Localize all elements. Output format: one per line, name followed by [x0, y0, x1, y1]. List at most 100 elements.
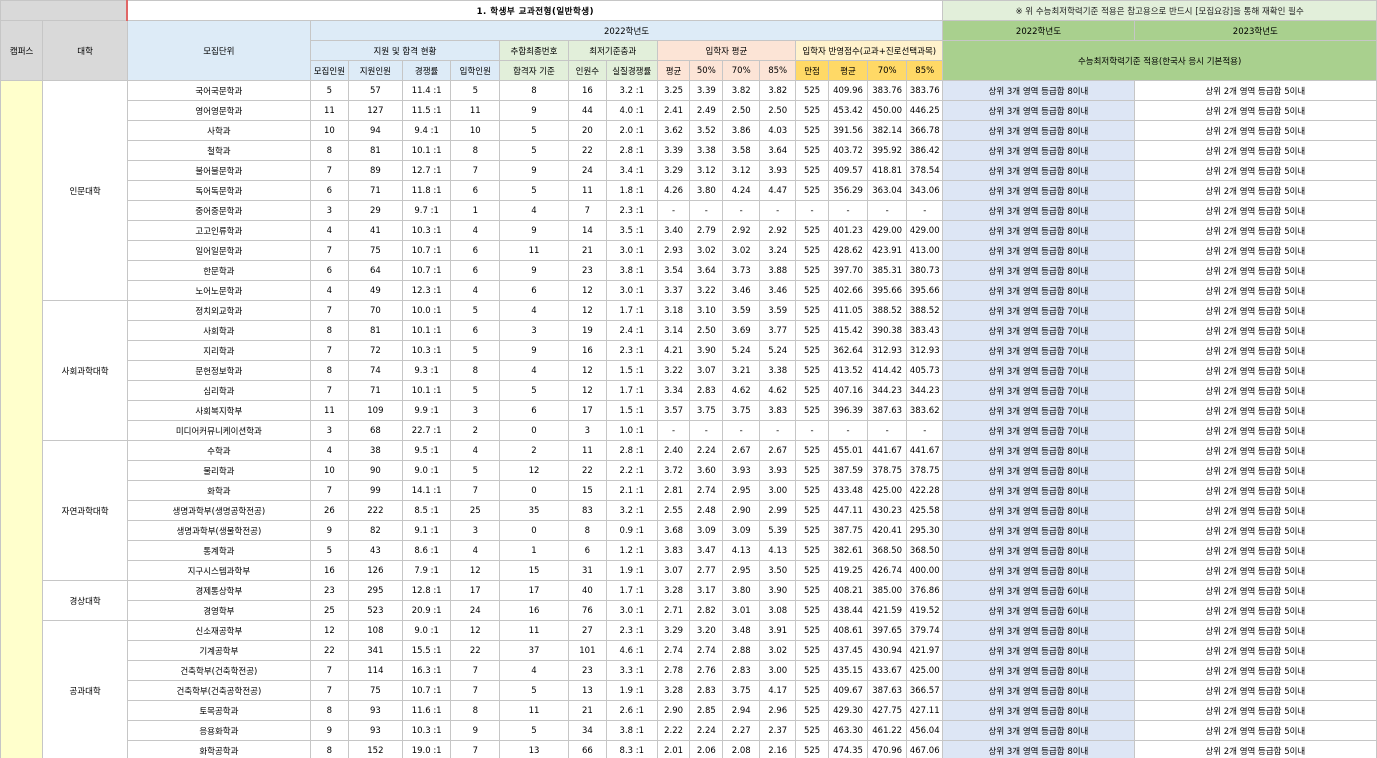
pass-base-cell[interactable]: 4 [499, 660, 569, 681]
s85-cell[interactable]: 378.54 [906, 160, 944, 181]
admitted-cell[interactable]: 6 [450, 180, 501, 201]
real-ratio-cell[interactable]: 2.1 :1 [605, 480, 658, 501]
ratio-cell[interactable]: 11.4 :1 [401, 80, 452, 101]
csat-2022-cell[interactable]: 상위 3개 영역 등급합 8이내 [942, 640, 1135, 661]
s85-cell[interactable]: 312.93 [906, 340, 944, 361]
p50-cell[interactable]: 3.17 [689, 580, 724, 601]
p70-cell[interactable]: 3.59 [722, 300, 761, 321]
avg-cell[interactable]: 2.71 [656, 600, 691, 621]
recruit-cell[interactable]: 10 [309, 120, 349, 141]
pass-base-cell[interactable]: 5 [499, 180, 569, 201]
recruit-cell[interactable]: 4 [309, 440, 349, 461]
p85-cell[interactable]: 3.83 [759, 400, 797, 421]
score-avg-cell[interactable]: 474.35 [827, 740, 869, 758]
score-avg-cell[interactable]: 455.01 [827, 440, 869, 461]
admitted-cell[interactable]: 9 [450, 720, 501, 741]
dept-cell[interactable]: 생명과학부(생물학전공) [126, 520, 311, 541]
applicants-cell[interactable]: 82 [347, 520, 403, 541]
pass-base-cell[interactable]: 0 [499, 420, 569, 441]
min-count-cell[interactable]: 21 [567, 240, 607, 261]
s85-cell[interactable]: 366.57 [906, 680, 944, 701]
csat-2023-cell[interactable]: 상위 2개 영역 등급합 5이내 [1133, 540, 1377, 561]
applicants-cell[interactable]: 109 [347, 400, 403, 421]
dept-cell[interactable]: 지리학과 [126, 340, 311, 361]
dept-cell[interactable]: 응용화학과 [126, 720, 311, 741]
p70-cell[interactable]: 5.24 [722, 340, 761, 361]
csat-2023-cell[interactable]: 상위 2개 영역 등급합 5이내 [1133, 360, 1377, 381]
dept-cell[interactable]: 정치외교학과 [126, 300, 311, 321]
score-avg-cell[interactable]: 411.05 [827, 300, 869, 321]
avg-cell[interactable]: 2.78 [656, 660, 691, 681]
csat-2023-cell[interactable]: 상위 2개 영역 등급합 5이내 [1133, 160, 1377, 181]
s70-cell[interactable]: 421.59 [867, 600, 908, 621]
ratio-cell[interactable]: 10.7 :1 [401, 260, 452, 281]
csat-2023-cell[interactable]: 상위 2개 영역 등급합 5이내 [1133, 460, 1377, 481]
s85-cell[interactable]: 295.30 [906, 520, 944, 541]
p85-cell[interactable]: 4.03 [759, 120, 797, 141]
applicants-cell[interactable]: 108 [347, 620, 403, 641]
p85-cell[interactable]: 2.50 [759, 100, 797, 121]
p85-cell[interactable]: 2.16 [759, 740, 797, 758]
min-count-cell[interactable]: 12 [567, 380, 607, 401]
p50-cell[interactable]: 3.38 [689, 140, 724, 161]
p85-cell[interactable]: 2.92 [759, 220, 797, 241]
full-cell[interactable]: 525 [795, 680, 829, 701]
p50-cell[interactable]: 3.90 [689, 340, 724, 361]
score-avg-cell[interactable]: 409.96 [827, 80, 869, 101]
csat-2022-cell[interactable]: 상위 3개 영역 등급합 7이내 [942, 360, 1135, 381]
applicants-cell[interactable]: 523 [347, 600, 403, 621]
ratio-cell[interactable]: 10.1 :1 [401, 380, 452, 401]
min-count-cell[interactable]: 16 [567, 80, 607, 101]
csat-2022-cell[interactable]: 상위 3개 영역 등급합 8이내 [942, 620, 1135, 641]
real-ratio-cell[interactable]: 1.9 :1 [605, 560, 658, 581]
p70-cell[interactable]: 2.08 [722, 740, 761, 758]
p70-cell[interactable]: 3.48 [722, 620, 761, 641]
s85-cell[interactable]: 368.50 [906, 540, 944, 561]
p50-cell[interactable]: 3.47 [689, 540, 724, 561]
pass-base-cell[interactable]: 17 [499, 580, 569, 601]
full-cell[interactable]: 525 [795, 540, 829, 561]
admitted-cell[interactable]: 5 [450, 340, 501, 361]
score-avg-cell[interactable]: 428.62 [827, 240, 869, 261]
dept-cell[interactable]: 기계공학부 [126, 640, 311, 661]
p70-cell[interactable]: 3.46 [722, 280, 761, 301]
p85-cell[interactable]: 2.37 [759, 720, 797, 741]
applicants-cell[interactable]: 43 [347, 540, 403, 561]
avg-cell[interactable]: 3.29 [656, 620, 691, 641]
dept-cell[interactable]: 문헌정보학과 [126, 360, 311, 381]
pass-base-cell[interactable]: 5 [499, 680, 569, 701]
csat-2023-cell[interactable]: 상위 2개 영역 등급합 5이내 [1133, 440, 1377, 461]
p70-cell[interactable]: 4.13 [722, 540, 761, 561]
dept-cell[interactable]: 독어독문학과 [126, 180, 311, 201]
score-avg-cell[interactable]: 447.11 [827, 500, 869, 521]
p70-cell[interactable]: 2.92 [722, 220, 761, 241]
pass-base-cell[interactable]: 35 [499, 500, 569, 521]
full-cell[interactable]: 525 [795, 640, 829, 661]
ratio-cell[interactable]: 10.3 :1 [401, 340, 452, 361]
admitted-cell[interactable]: 6 [450, 260, 501, 281]
admitted-cell[interactable]: 10 [450, 120, 501, 141]
csat-2023-cell[interactable]: 상위 2개 영역 등급합 5이내 [1133, 420, 1377, 441]
s85-cell[interactable]: 395.66 [906, 280, 944, 301]
min-count-cell[interactable]: 22 [567, 140, 607, 161]
csat-2023-cell[interactable]: 상위 2개 영역 등급합 5이내 [1133, 480, 1377, 501]
pass-base-cell[interactable]: 4 [499, 300, 569, 321]
s70-cell[interactable]: 397.65 [867, 620, 908, 641]
p50-cell[interactable]: 3.80 [689, 180, 724, 201]
p85-cell[interactable]: 5.39 [759, 520, 797, 541]
full-cell[interactable]: 525 [795, 660, 829, 681]
csat-2023-cell[interactable]: 상위 2개 영역 등급합 5이내 [1133, 180, 1377, 201]
pass-base-cell[interactable]: 1 [499, 540, 569, 561]
avg-cell[interactable]: 2.81 [656, 480, 691, 501]
csat-2023-cell[interactable]: 상위 2개 영역 등급합 5이내 [1133, 700, 1377, 721]
full-cell[interactable]: 525 [795, 380, 829, 401]
csat-2022-cell[interactable]: 상위 3개 영역 등급합 8이내 [942, 480, 1135, 501]
recruit-cell[interactable]: 3 [309, 200, 349, 221]
p50-cell[interactable]: 3.52 [689, 120, 724, 141]
real-ratio-cell[interactable]: 2.2 :1 [605, 460, 658, 481]
ratio-cell[interactable]: 9.3 :1 [401, 360, 452, 381]
min-count-cell[interactable]: 22 [567, 460, 607, 481]
score-avg-cell[interactable]: 409.57 [827, 160, 869, 181]
real-ratio-cell[interactable]: 3.2 :1 [605, 80, 658, 101]
recruit-cell[interactable]: 25 [309, 600, 349, 621]
